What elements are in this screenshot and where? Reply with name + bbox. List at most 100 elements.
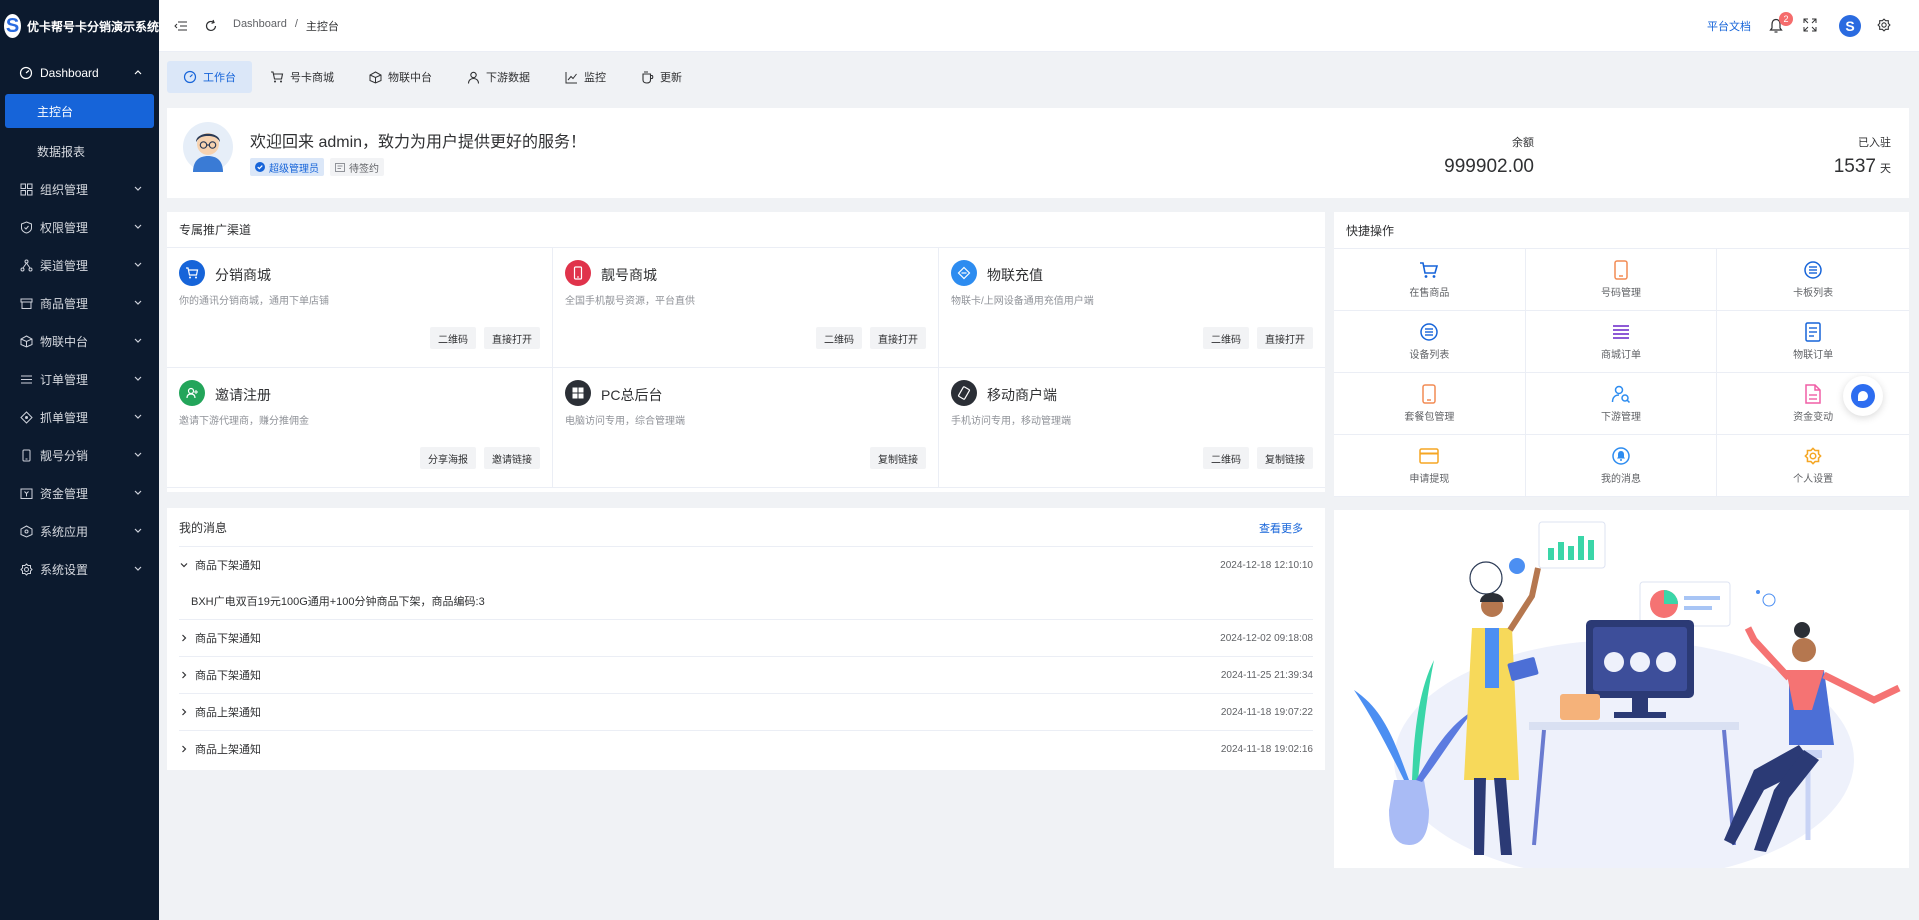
quick-card-board-list[interactable]: 卡板列表	[1717, 249, 1909, 311]
menu-fold-icon[interactable]	[173, 18, 189, 34]
tab-workbench[interactable]: 工作台	[167, 61, 252, 93]
file-icon	[1803, 384, 1823, 404]
sidebar-item-number[interactable]: 靓号分销	[0, 436, 159, 474]
sidebar-item-permission[interactable]: 权限管理	[0, 208, 159, 246]
messages-title: 我的消息	[179, 520, 228, 535]
breadcrumb-current: 主控台	[305, 20, 339, 33]
welcome-card: 欢迎回来 admin，致力为用户提供更好的服务！ 超级管理员 待签约 余额 99…	[167, 108, 1909, 198]
quick-actions-card: 快捷操作 在售商品 号码管理 卡板列表 设备列表 商城订单 物联订单 套餐包管理	[1334, 212, 1909, 497]
logo-icon: S	[4, 14, 21, 38]
quick-my-messages[interactable]: 我的消息	[1525, 435, 1718, 497]
tab-card-mall[interactable]: 号卡商城	[254, 61, 350, 93]
open-button[interactable]: 直接打开	[1257, 327, 1313, 349]
chevron-down-icon	[134, 452, 142, 457]
settings-gear-icon[interactable]	[1877, 18, 1893, 34]
quick-device-list[interactable]: 设备列表	[1334, 311, 1526, 373]
quick-package-management[interactable]: 套餐包管理	[1334, 373, 1526, 435]
chevron-right-icon	[182, 745, 187, 753]
message-row[interactable]: 商品上架通知 2024-11-18 19:02:16	[179, 730, 1313, 767]
sidebar-item-product[interactable]: 商品管理	[0, 284, 159, 322]
gear-icon	[19, 562, 33, 576]
tab-iot-center[interactable]: 物联中台	[352, 61, 448, 93]
cup-icon	[640, 70, 654, 84]
breadcrumb-item[interactable]: Dashboard	[233, 18, 287, 34]
user-icon	[466, 70, 480, 84]
message-row[interactable]: 商品下架通知 2024-12-02 09:18:08	[179, 619, 1313, 656]
qrcode-button[interactable]: 二维码	[430, 327, 476, 349]
quick-iot-orders[interactable]: 物联订单	[1717, 311, 1909, 373]
list-icon	[19, 372, 33, 386]
chevron-down-icon	[134, 338, 142, 343]
sidebar-item-apps[interactable]: 系统应用	[0, 512, 159, 550]
message-row[interactable]: 商品下架通知 2024-12-18 12:10:10	[179, 546, 1313, 583]
message-row[interactable]: 商品上架通知 2024-11-18 19:07:22	[179, 693, 1313, 730]
chat-icon	[1851, 384, 1875, 408]
quick-on-sale-products[interactable]: 在售商品	[1334, 249, 1526, 311]
sidebar: S 优卡帮号卡分销演示系统 Dashboard 主控台 数据报表 组织管理 权限…	[0, 0, 159, 920]
tab-downstream-data[interactable]: 下游数据	[450, 61, 546, 93]
platform-docs-link[interactable]: 平台文档	[1707, 18, 1751, 34]
sidebar-item-data-report[interactable]: 数据报表	[0, 132, 159, 170]
role-badge: 超级管理员	[250, 158, 324, 176]
notification-button[interactable]: 2	[1769, 12, 1793, 34]
share-poster-button[interactable]: 分享海报	[420, 447, 476, 469]
sidebar-item-order[interactable]: 订单管理	[0, 360, 159, 398]
invite-link-button[interactable]: 邀请链接	[484, 447, 540, 469]
page-tabs: 工作台 号卡商城 物联中台 下游数据 监控 更新	[159, 52, 1919, 102]
open-button[interactable]: 直接打开	[484, 327, 540, 349]
chevron-right-icon	[182, 634, 187, 642]
lines-icon	[1611, 322, 1631, 342]
cube-icon	[368, 70, 382, 84]
floating-chat-button[interactable]	[1843, 376, 1883, 416]
tab-monitor[interactable]: 监控	[548, 61, 622, 93]
sidebar-item-grab[interactable]: 抓单管理	[0, 398, 159, 436]
breadcrumb-separator: /	[294, 17, 298, 30]
cart-icon	[179, 260, 205, 286]
refresh-icon[interactable]	[203, 18, 219, 34]
sidebar-item-org[interactable]: 组织管理	[0, 170, 159, 208]
sidebar-item-settings[interactable]: 系统设置	[0, 550, 159, 588]
top-bar: Dashboard / 主控台 平台文档 2 S	[159, 0, 1919, 52]
user-avatar[interactable]: S	[1839, 15, 1861, 37]
admin-avatar	[183, 122, 233, 172]
promo-channels-card: 专属推广渠道 分销商城 你的通讯分销商城，通用下单店铺 二维码 直接打开 靓号商…	[167, 212, 1325, 492]
tab-update[interactable]: 更新	[624, 61, 698, 93]
fullscreen-icon[interactable]	[1803, 18, 1819, 34]
sidebar-item-fund[interactable]: 资金管理	[0, 474, 159, 512]
chevron-down-icon	[134, 224, 142, 229]
promo-card-distribution-mall: 分销商城 你的通讯分销商城，通用下单店铺 二维码 直接打开	[167, 248, 553, 368]
invite-icon	[179, 380, 205, 406]
qrcode-button[interactable]: 二维码	[1203, 327, 1249, 349]
sidebar-item-channel[interactable]: 渠道管理	[0, 246, 159, 284]
sidebar-item-iot[interactable]: 物联中台	[0, 322, 159, 360]
quick-mall-orders[interactable]: 商城订单	[1525, 311, 1718, 373]
view-more-link[interactable]: 查看更多	[1259, 520, 1303, 536]
app-logo[interactable]: S 优卡帮号卡分销演示系统	[0, 0, 159, 52]
copy-link-button[interactable]: 复制链接	[1257, 447, 1313, 469]
qrcode-button[interactable]: 二维码	[816, 327, 862, 349]
phone-icon	[1611, 260, 1631, 280]
quick-downstream-management[interactable]: 下游管理	[1525, 373, 1718, 435]
qrcode-button[interactable]: 二维码	[1203, 447, 1249, 469]
chevron-up-icon	[134, 70, 142, 75]
breadcrumb: Dashboard / 主控台	[233, 18, 339, 34]
sidebar-item-main-console[interactable]: 主控台	[5, 94, 154, 128]
chevron-down-icon	[134, 262, 142, 267]
chevron-down-icon	[134, 528, 142, 533]
message-row[interactable]: 商品下架通知 2024-11-25 21:39:34	[179, 656, 1313, 693]
quick-withdraw-request[interactable]: 申请提现	[1334, 435, 1526, 497]
messages-header: 我的消息 查看更多	[167, 508, 1325, 546]
promo-title: 专属推广渠道	[167, 212, 1325, 248]
copy-link-button[interactable]: 复制链接	[870, 447, 926, 469]
list-circle-icon	[1803, 260, 1823, 280]
open-button[interactable]: 直接打开	[870, 327, 926, 349]
sidebar-item-dashboard[interactable]: Dashboard	[0, 54, 159, 92]
days-stat: 已入驻 1537 天	[1834, 134, 1891, 178]
users-icon	[1611, 384, 1631, 404]
chevron-down-icon	[180, 563, 188, 568]
quick-number-management[interactable]: 号码管理	[1525, 249, 1718, 311]
chevron-down-icon	[134, 490, 142, 495]
doc-icon	[1803, 322, 1823, 342]
cube-icon	[19, 334, 33, 348]
quick-personal-settings[interactable]: 个人设置	[1717, 435, 1909, 497]
